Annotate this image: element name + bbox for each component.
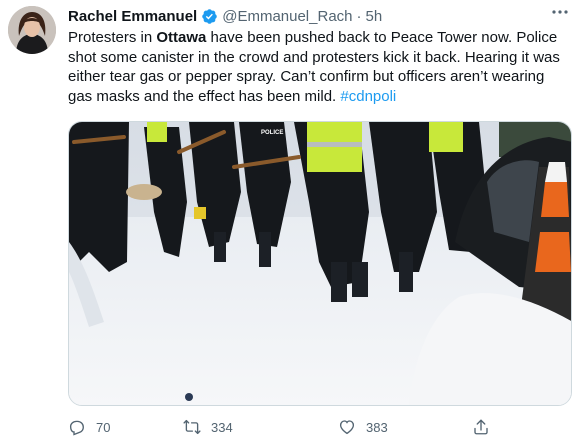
- tweet-text-bold: Ottawa: [156, 29, 207, 46]
- more-dots-icon[interactable]: [547, 2, 573, 24]
- share-icon: [474, 419, 488, 435]
- police-snow-photo: POLICE: [69, 122, 571, 405]
- separator-dot: ·: [356, 7, 362, 25]
- tweet-text: Protesters in Ottawa have been pushed ba…: [68, 28, 568, 106]
- author-handle[interactable]: @Emmanuel_Rach: [222, 8, 352, 25]
- tweet-media-image[interactable]: POLICE: [68, 121, 572, 406]
- verified-badge-icon: [201, 8, 218, 25]
- heart-icon: [339, 420, 355, 435]
- tweet-actions: 70 334 383: [68, 414, 508, 440]
- reply-count: 70: [96, 419, 111, 435]
- tweet-header: Rachel Emmanuel @Emmanuel_Rach · 5h: [68, 4, 571, 28]
- avatar-image: [8, 6, 56, 54]
- retweet-icon: [183, 419, 201, 435]
- retweet-button[interactable]: 334: [183, 414, 233, 440]
- share-button[interactable]: [472, 414, 490, 440]
- like-button[interactable]: 383: [338, 414, 388, 440]
- retweet-count: 334: [211, 419, 233, 435]
- timestamp[interactable]: 5h: [366, 8, 383, 25]
- hashtag-link[interactable]: #cdnpoli: [340, 88, 396, 105]
- reply-button[interactable]: 70: [68, 414, 110, 440]
- tweet-text-part: Protesters in: [68, 29, 157, 46]
- reply-icon: [69, 420, 84, 436]
- media-police-label: POLICE: [261, 130, 283, 136]
- like-count: 383: [366, 419, 388, 435]
- avatar[interactable]: [8, 6, 56, 54]
- author-name[interactable]: Rachel Emmanuel: [68, 8, 197, 25]
